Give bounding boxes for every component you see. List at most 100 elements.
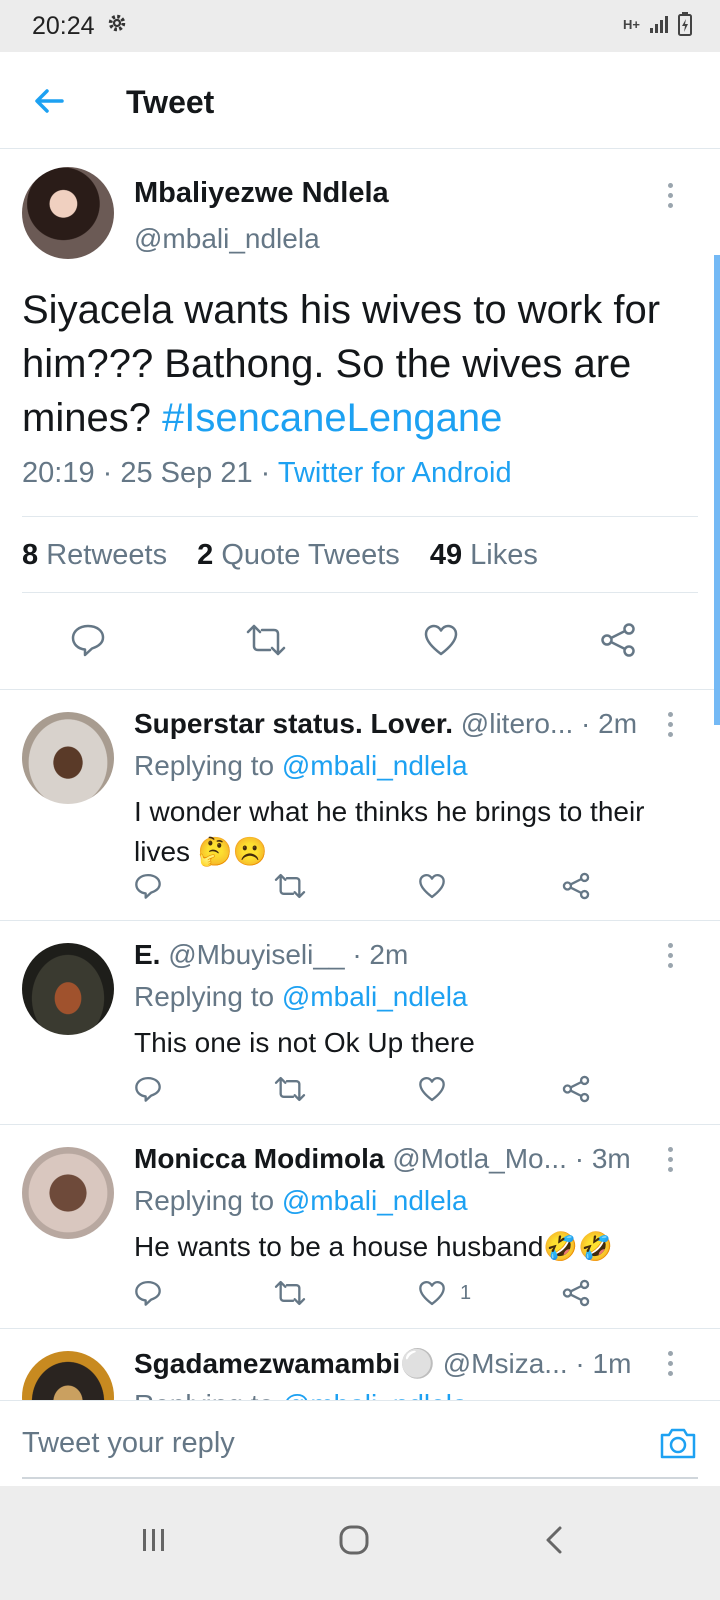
- reply-tweet[interactable]: Sgadamezwamambi⚪ @Msiza... · 1m Replying…: [0, 1329, 720, 1400]
- reply-handle: @Msiza...: [442, 1348, 568, 1379]
- like-heart-icon[interactable]: [418, 872, 446, 900]
- share-icon[interactable]: [562, 1075, 590, 1103]
- reply-text: I wonder what he thinks he brings to the…: [134, 796, 645, 867]
- divider: [22, 592, 698, 593]
- like-heart-icon[interactable]: [418, 1279, 446, 1307]
- author-avatar[interactable]: [22, 167, 114, 259]
- reply-input[interactable]: Tweet your reply: [22, 1427, 235, 1460]
- replying-to: Replying to @mbali_ndlela: [134, 981, 468, 1013]
- reply-icon[interactable]: [70, 622, 106, 658]
- retweets-count: 8: [22, 539, 39, 571]
- reply-name: Monicca Modimola: [134, 1143, 385, 1174]
- author-handle[interactable]: @mbali_ndlela: [134, 223, 320, 255]
- reply-author-name[interactable]: E. @Mbuyiseli__ · 2m: [134, 939, 408, 971]
- reply-actions: [134, 1075, 634, 1115]
- retweet-icon[interactable]: [274, 1279, 306, 1307]
- like-heart-icon[interactable]: [418, 1075, 446, 1103]
- back-nav-icon[interactable]: [540, 1524, 568, 1556]
- back-arrow-icon[interactable]: [32, 84, 66, 118]
- replying-to: Replying to @mbali_ndlela: [134, 750, 468, 782]
- replying-prefix: Replying to: [134, 1185, 282, 1216]
- reply-time: · 2m: [352, 939, 409, 970]
- reply-tweet[interactable]: Monicca Modimola @Motla_Mo... · 3m Reply…: [0, 1125, 720, 1329]
- more-options-icon[interactable]: [666, 712, 674, 740]
- more-options-icon[interactable]: [666, 1147, 674, 1175]
- status-time: 20:24: [32, 12, 95, 40]
- reply-avatar[interactable]: [22, 1351, 114, 1400]
- hashtag-link[interactable]: #IsencaneLengane: [162, 396, 502, 440]
- share-icon[interactable]: [600, 622, 636, 658]
- reply-text: He wants to be a house husband🤣🤣: [134, 1231, 614, 1262]
- meta-separator: ·: [102, 457, 121, 489]
- settings-gear-icon: [108, 14, 126, 32]
- like-count: 1: [460, 1282, 472, 1304]
- reply-name: Sgadamezwamambi⚪: [134, 1348, 435, 1379]
- replying-prefix: Replying to: [134, 981, 282, 1012]
- likes-count: 49: [429, 539, 463, 571]
- status-icons: H+: [623, 12, 692, 36]
- retweet-icon[interactable]: [274, 1075, 306, 1103]
- reply-icon[interactable]: [134, 872, 162, 900]
- reply-time: · 2m: [581, 708, 638, 739]
- meta-separator: ·: [260, 457, 278, 489]
- likes-label: Likes: [470, 539, 538, 571]
- network-type-label: H+: [623, 16, 640, 32]
- share-icon[interactable]: [562, 1279, 590, 1307]
- reply-author-name[interactable]: Sgadamezwamambi⚪ @Msiza... · 1m: [134, 1347, 631, 1380]
- reply-avatar[interactable]: [22, 943, 114, 1035]
- reply-tweet[interactable]: Superstar status. Lover. @litero... · 2m…: [0, 690, 720, 921]
- page-title: Tweet: [126, 84, 215, 120]
- reply-tweet[interactable]: E. @Mbuyiseli__ · 2m Replying to @mbali_…: [0, 921, 720, 1125]
- reply-handle: @Mbuyiseli__: [168, 939, 345, 970]
- more-options-icon[interactable]: [666, 1351, 674, 1379]
- retweet-icon[interactable]: [274, 872, 306, 900]
- replying-to: Replying to @mbali_ndlela: [134, 1389, 468, 1400]
- author-name[interactable]: Mbaliyezwe Ndlela: [134, 177, 389, 210]
- reply-author-name[interactable]: Monicca Modimola @Motla_Mo... · 3m: [134, 1143, 631, 1175]
- tweet-meta: 20:19 · 25 Sep 21 · Twitter for Android: [22, 457, 512, 490]
- reply-icon[interactable]: [134, 1279, 162, 1307]
- signal-icon: [650, 16, 668, 33]
- replying-to-handle[interactable]: @mbali_ndlela: [282, 1185, 468, 1216]
- reply-composer: Tweet your reply: [0, 1400, 720, 1487]
- input-underline: [22, 1477, 698, 1479]
- reply-time: · 3m: [574, 1143, 631, 1174]
- more-options-icon[interactable]: [666, 183, 674, 211]
- replying-to: Replying to @mbali_ndlela: [134, 1185, 468, 1217]
- replying-to-handle[interactable]: @mbali_ndlela: [282, 981, 468, 1012]
- tweet-date: 25 Sep 21: [120, 457, 253, 489]
- scrollbar-thumb[interactable]: [714, 255, 720, 725]
- retweets-stat[interactable]: 8 Retweets: [22, 539, 167, 571]
- tweet-text: Siyacela wants his wives to work for him…: [22, 283, 702, 445]
- quotes-label: Quote Tweets: [221, 539, 400, 571]
- likes-stat[interactable]: 49 Likes: [430, 539, 538, 571]
- retweet-icon[interactable]: [246, 622, 286, 658]
- like-heart-icon[interactable]: [423, 622, 459, 658]
- quotes-count: 2: [197, 539, 214, 571]
- quotes-stat[interactable]: 2 Quote Tweets: [197, 539, 400, 571]
- tweet-source-link[interactable]: Twitter for Android: [278, 457, 512, 489]
- status-bar: 20:24 H+: [0, 0, 720, 52]
- replying-prefix: Replying to: [134, 1389, 282, 1400]
- reply-avatar[interactable]: [22, 712, 114, 804]
- recent-apps-icon[interactable]: [140, 1526, 168, 1554]
- main-tweet: Mbaliyezwe Ndlela @mbali_ndlela Siyacela…: [0, 149, 720, 690]
- replying-to-handle[interactable]: @mbali_ndlela: [282, 750, 468, 781]
- more-options-icon[interactable]: [666, 943, 674, 971]
- camera-icon[interactable]: [658, 1423, 698, 1463]
- replying-to-handle[interactable]: @mbali_ndlela: [282, 1389, 468, 1400]
- reply-author-name[interactable]: Superstar status. Lover. @litero... · 2m: [134, 708, 637, 740]
- tweet-actions: [0, 612, 720, 672]
- reply-name: Superstar status. Lover.: [134, 708, 454, 739]
- battery-icon: [678, 12, 692, 36]
- reply-time: · 1m: [575, 1348, 632, 1379]
- share-icon[interactable]: [562, 872, 590, 900]
- reply-actions: 1: [134, 1279, 634, 1319]
- reply-text: This one is not Ok Up there: [134, 1027, 475, 1058]
- reply-actions: [134, 872, 634, 912]
- reply-avatar[interactable]: [22, 1147, 114, 1239]
- reply-name: E.: [134, 939, 161, 970]
- tweet-stats: 8 Retweets 2 Quote Tweets 49 Likes: [22, 539, 538, 572]
- reply-icon[interactable]: [134, 1075, 162, 1103]
- home-icon[interactable]: [338, 1524, 370, 1556]
